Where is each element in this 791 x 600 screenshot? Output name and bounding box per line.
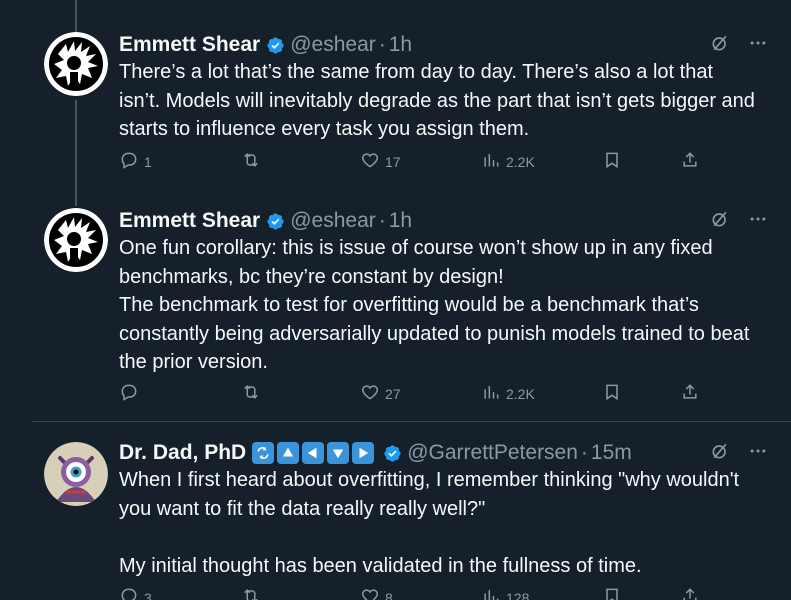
like-icon: [360, 382, 380, 405]
more-icon[interactable]: [747, 208, 769, 230]
grok-icon[interactable]: [709, 208, 731, 230]
bookmark-icon: [602, 150, 622, 173]
tweet-actions: 3 8 128: [119, 586, 719, 600]
share-button[interactable]: [680, 586, 700, 600]
author-name[interactable]: Dr. Dad, PhD: [119, 441, 246, 465]
reply-icon: [119, 382, 139, 405]
author-handle[interactable]: @eshear: [290, 33, 376, 57]
repeat-button-emoji-icon: [252, 442, 275, 464]
tweet-divider: [32, 421, 791, 422]
timestamp[interactable]: 1h: [389, 33, 412, 57]
separator-dot: ·: [378, 209, 386, 232]
share-button[interactable]: [680, 382, 700, 405]
tweet-header: Emmett Shear @eshear · 1h: [119, 30, 412, 60]
separator-dot: ·: [378, 33, 386, 56]
author-name[interactable]: Emmett Shear: [119, 209, 260, 233]
emoji-row: [252, 442, 377, 464]
retweet-button[interactable]: [241, 150, 266, 173]
retweet-button[interactable]: [241, 586, 266, 600]
timestamp[interactable]: 1h: [389, 209, 412, 233]
like-count: 8: [385, 589, 393, 600]
tweet-text: One fun corollary: this is issue of cour…: [119, 237, 750, 373]
like-count: 27: [385, 385, 401, 402]
reply-icon: [119, 586, 139, 600]
reply-count: 3: [144, 589, 152, 600]
tweet-header: Emmett Shear @eshear · 1h: [119, 206, 412, 236]
retweet-icon: [241, 382, 261, 405]
views-count: 128: [506, 589, 530, 600]
up-arrow-emoji-icon: [277, 442, 300, 464]
reply-button[interactable]: 3: [119, 586, 152, 600]
like-button[interactable]: 27: [360, 382, 401, 405]
tweet-actions: 1 17 2.2K: [119, 150, 719, 174]
share-icon: [680, 150, 700, 173]
views-count: 2.2K: [506, 385, 535, 402]
reply-icon: [119, 150, 139, 173]
author-handle[interactable]: @eshear: [290, 209, 376, 233]
bookmark-button[interactable]: [602, 382, 622, 405]
like-count: 17: [385, 153, 401, 170]
share-icon: [680, 586, 700, 600]
views-icon: [481, 150, 501, 173]
tweet[interactable]: Emmett Shear @eshear · 1h One fun coroll…: [0, 206, 791, 420]
retweet-icon: [241, 586, 261, 600]
tweet-top-actions: [709, 32, 769, 54]
author-name[interactable]: Emmett Shear: [119, 33, 260, 57]
views-count: 2.2K: [506, 153, 535, 170]
retweet-icon: [241, 150, 261, 173]
right-arrow-emoji-icon: [352, 442, 375, 464]
bookmark-icon: [602, 382, 622, 405]
like-icon: [360, 586, 380, 600]
grok-icon[interactable]: [709, 440, 731, 462]
retweet-button[interactable]: [241, 382, 266, 405]
tweet-actions: 27 2.2K: [119, 382, 719, 406]
avatar[interactable]: [44, 32, 108, 96]
down-arrow-emoji-icon: [327, 442, 350, 464]
avatar[interactable]: [44, 208, 108, 272]
bookmark-button[interactable]: [602, 586, 622, 600]
tweet[interactable]: Emmett Shear @eshear · 1h There’s a lot …: [0, 30, 791, 205]
verified-badge-icon: [266, 36, 285, 55]
like-icon: [360, 150, 380, 173]
bookmark-icon: [602, 586, 622, 600]
like-button[interactable]: 8: [360, 586, 393, 600]
timestamp[interactable]: 15m: [591, 441, 632, 465]
author-handle[interactable]: @GarrettPetersen: [407, 441, 578, 465]
share-icon: [680, 382, 700, 405]
views-button[interactable]: 2.2K: [481, 150, 535, 173]
tweet-header: Dr. Dad, PhD @GarrettPetersen · 15m: [119, 438, 632, 468]
separator-dot: ·: [580, 441, 588, 464]
grok-icon[interactable]: [709, 32, 731, 54]
reply-count: 1: [144, 153, 152, 170]
more-icon[interactable]: [747, 32, 769, 54]
views-icon: [481, 382, 501, 405]
reply-button[interactable]: [119, 382, 144, 405]
tweet[interactable]: Dr. Dad, PhD @GarrettPetersen · 15m When…: [0, 438, 791, 600]
tweet-top-actions: [709, 208, 769, 230]
views-icon: [481, 586, 501, 600]
views-button[interactable]: 2.2K: [481, 382, 535, 405]
verified-badge-icon: [266, 212, 285, 231]
reply-button[interactable]: 1: [119, 150, 152, 173]
like-button[interactable]: 17: [360, 150, 401, 173]
views-button[interactable]: 128: [481, 586, 529, 600]
more-icon[interactable]: [747, 440, 769, 462]
bookmark-button[interactable]: [602, 150, 622, 173]
avatar[interactable]: [44, 442, 108, 506]
tweet-text: When I first heard about overfitting, I …: [119, 469, 740, 577]
left-arrow-emoji-icon: [302, 442, 325, 464]
tweet-top-actions: [709, 440, 769, 462]
verified-badge-icon: [383, 444, 402, 463]
share-button[interactable]: [680, 150, 700, 173]
thread-connector: [75, 0, 77, 32]
tweet-text: There’s a lot that’s the same from day t…: [119, 61, 761, 140]
